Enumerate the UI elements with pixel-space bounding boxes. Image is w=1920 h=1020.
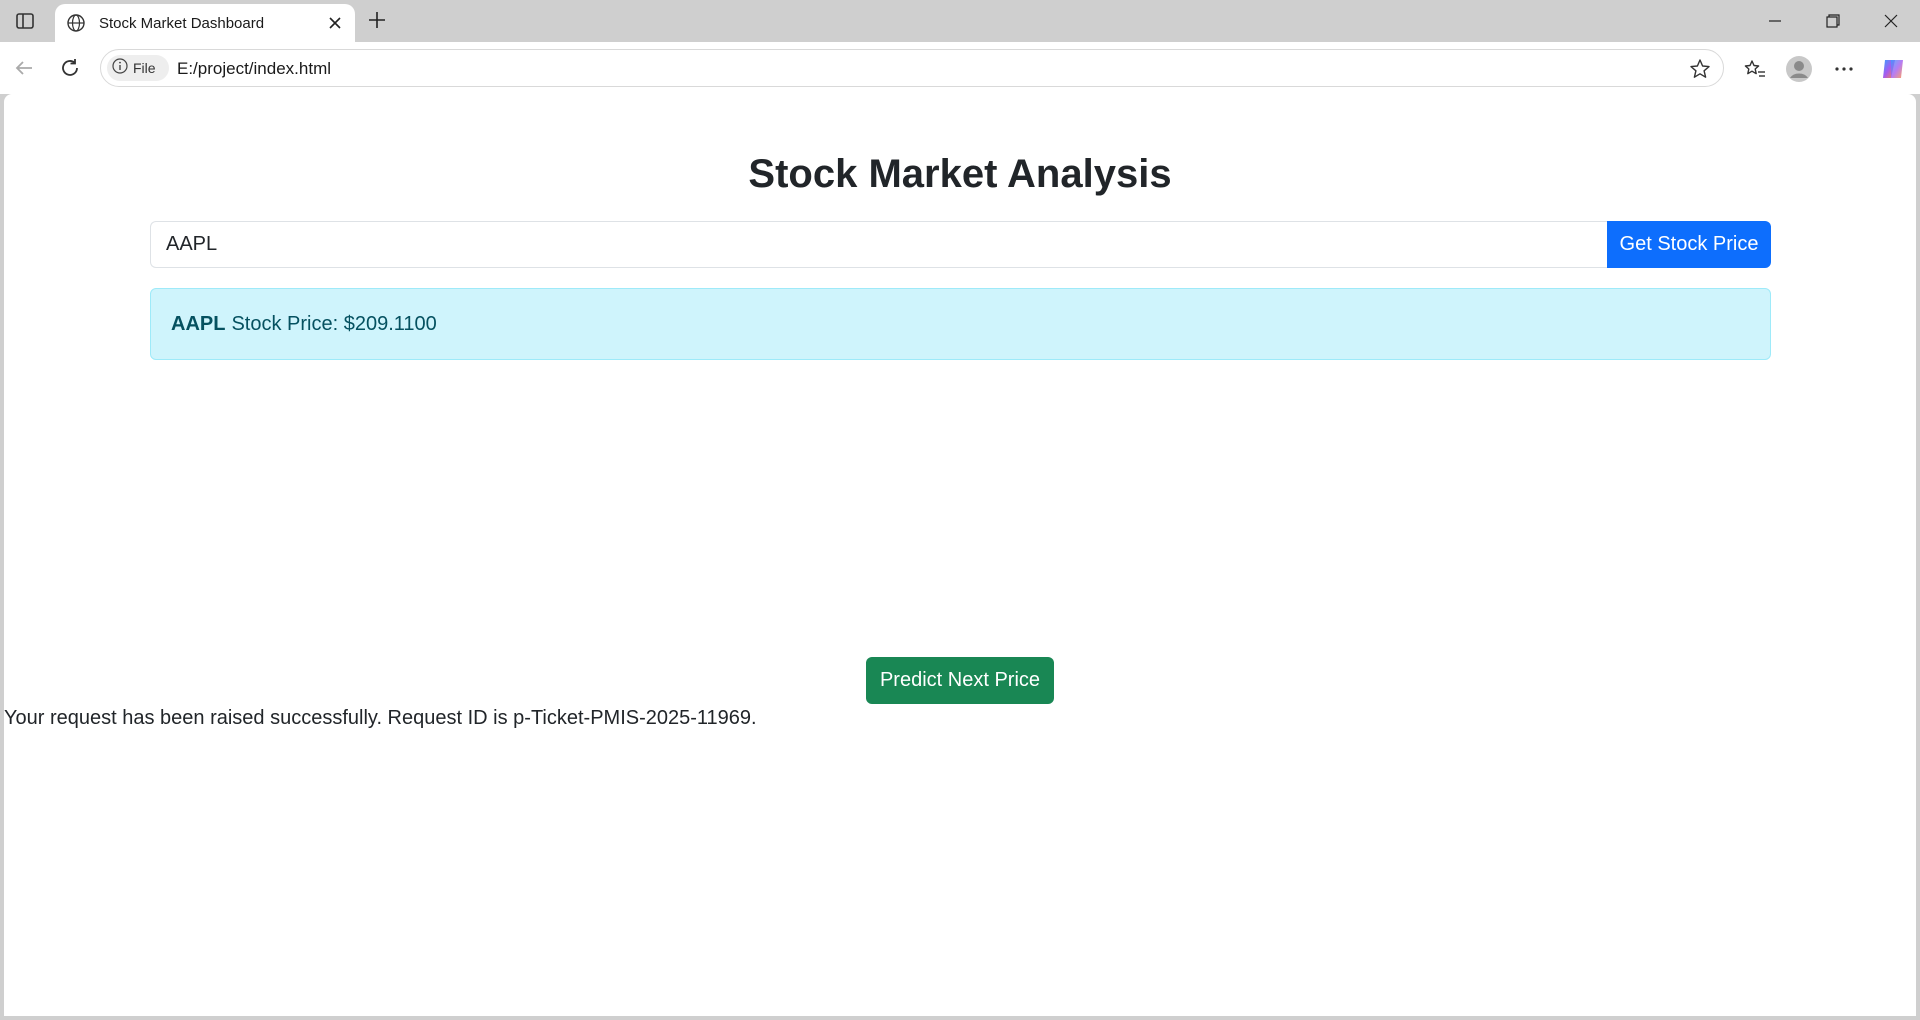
request-confirmation-message: Your request has been raised successfull…	[4, 707, 757, 729]
profile-avatar-icon[interactable]	[1782, 52, 1816, 86]
window-close-icon[interactable]	[1868, 6, 1914, 36]
address-bar[interactable]: File E:/project/index.html	[100, 49, 1724, 87]
page-viewport: Stock Market Analysis Get Stock Price AA…	[4, 94, 1916, 1016]
favorites-icon[interactable]	[1738, 52, 1772, 86]
more-options-icon[interactable]	[1827, 52, 1861, 86]
stock-symbol-input[interactable]	[150, 221, 1607, 268]
restore-icon[interactable]	[1810, 6, 1856, 36]
url-text[interactable]: E:/project/index.html	[177, 59, 331, 79]
stock-price-result: AAPL Stock Price: $209.1100	[150, 288, 1771, 360]
tab-bar: Stock Market Dashboard	[0, 0, 1920, 42]
predict-next-price-button[interactable]: Predict Next Price	[866, 657, 1054, 704]
symbol-search-group: Get Stock Price	[150, 221, 1771, 268]
back-arrow-icon[interactable]	[8, 52, 40, 84]
copilot-icon[interactable]	[1876, 52, 1910, 86]
browser-toolbar: File E:/project/index.html	[0, 42, 1920, 94]
info-icon	[112, 57, 128, 79]
favorite-star-icon[interactable]	[1687, 56, 1713, 82]
new-tab-icon[interactable]	[364, 7, 390, 33]
sidebar-toggle-icon[interactable]	[12, 9, 38, 33]
close-icon[interactable]	[325, 13, 345, 33]
refresh-icon[interactable]	[54, 52, 86, 84]
get-stock-price-button[interactable]: Get Stock Price	[1607, 221, 1771, 268]
tab-title: Stock Market Dashboard	[99, 14, 265, 32]
tab-active[interactable]: Stock Market Dashboard	[55, 4, 355, 42]
minimize-icon[interactable]	[1752, 6, 1798, 36]
page-title: Stock Market Analysis	[748, 152, 1172, 196]
site-info-chip[interactable]: File	[107, 55, 169, 81]
globe-icon	[65, 12, 87, 34]
result-text: Stock Price: $209.1100	[231, 312, 437, 335]
result-symbol: AAPL	[171, 312, 226, 335]
site-chip-label: File	[133, 60, 156, 76]
